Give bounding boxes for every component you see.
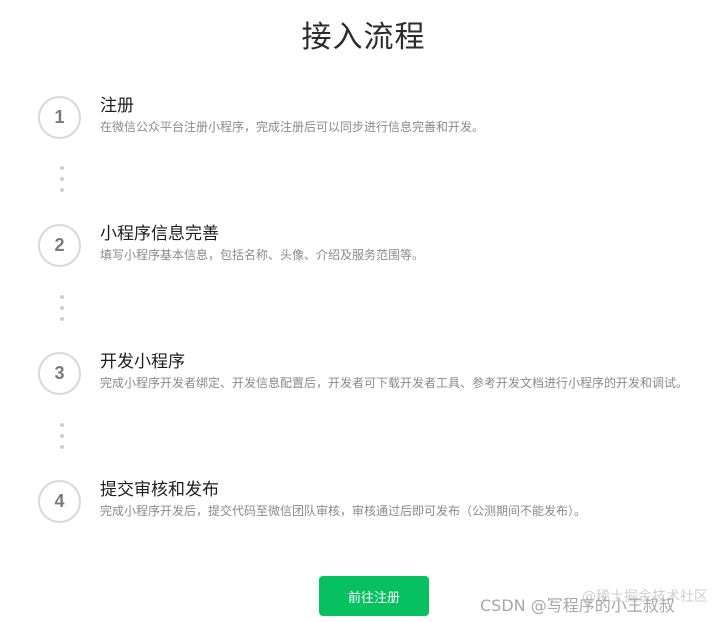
page-title: 接入流程 <box>301 20 426 55</box>
step-number-badge: 4 <box>38 480 81 523</box>
step-connector <box>60 295 64 328</box>
step-title: 注册 <box>100 96 134 116</box>
watermark-csdn: CSDN @写程序的小王叔叔 <box>480 596 675 615</box>
step-description: 完成小程序开发后，提交代码至微信团队审核，审核通过后即可发布（公测期间不能发布）… <box>100 504 587 518</box>
step-description: 在微信公众平台注册小程序，完成注册后可以同步进行信息完善和开发。 <box>100 120 485 134</box>
step-title: 开发小程序 <box>100 352 185 372</box>
step-connector <box>60 166 64 199</box>
step-description: 完成小程序开发者绑定、开发信息配置后，开发者可下载开发者工具、参考开发文档进行小… <box>100 376 689 390</box>
step-number-badge: 1 <box>38 96 81 139</box>
step-title: 提交审核和发布 <box>100 480 219 500</box>
step-title: 小程序信息完善 <box>100 224 219 244</box>
step-number-badge: 2 <box>38 224 81 267</box>
step-number-badge: 3 <box>38 352 81 395</box>
step-connector <box>60 423 64 456</box>
register-button[interactable]: 前往注册 <box>319 576 429 616</box>
step-description: 填写小程序基本信息，包括名称、头像、介绍及服务范围等。 <box>100 248 425 262</box>
